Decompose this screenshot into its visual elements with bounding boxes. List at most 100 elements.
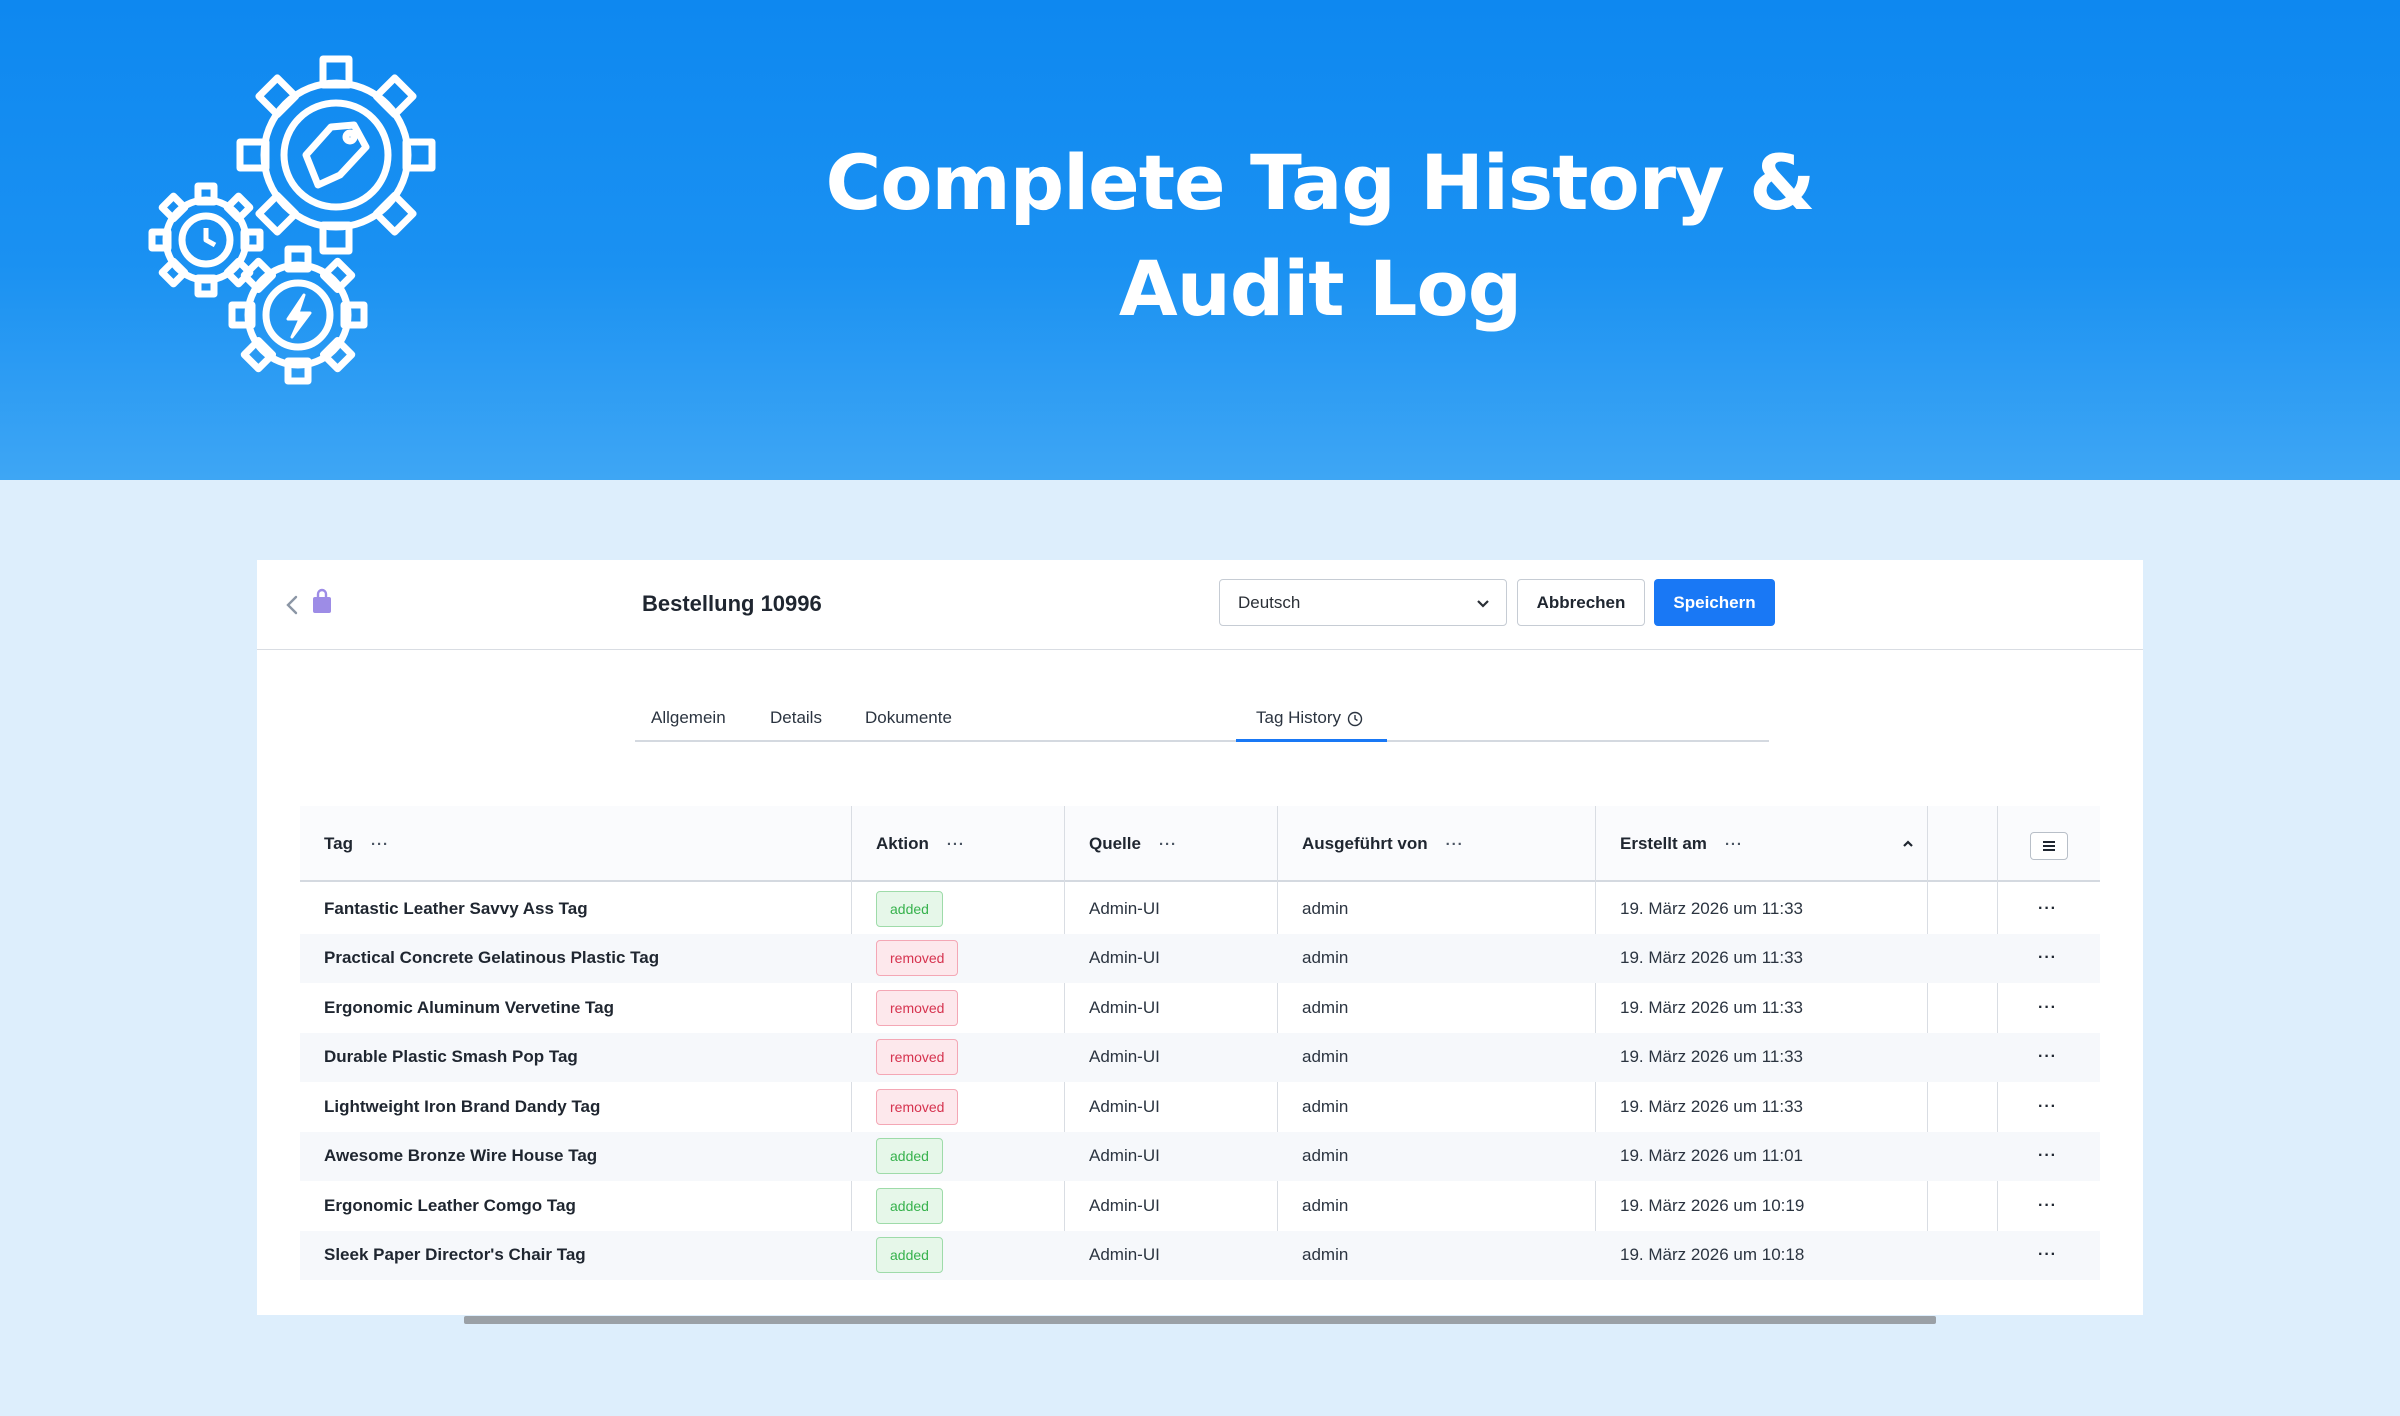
action-badge: removed: [876, 989, 959, 1026]
created-cell: 19. März 2026 um 11:01: [1620, 1146, 1804, 1166]
source-cell: Admin-UI: [1089, 1096, 1160, 1116]
page-title: Bestellung 10996: [642, 591, 822, 616]
user-cell: admin: [1302, 898, 1349, 918]
created-cell: 19. März 2026 um 10:19: [1620, 1195, 1805, 1215]
created-cell: 19. März 2026 um 11:33: [1620, 1096, 1804, 1116]
column-options-icon[interactable]: ···: [947, 836, 965, 853]
tag-cell: Awesome Bronze Wire House Tag: [324, 1146, 598, 1166]
row-actions-cell[interactable]: ···: [2038, 1132, 2057, 1182]
row-actions-cell[interactable]: ···: [2038, 1181, 2057, 1231]
more-dots-icon[interactable]: ···: [2038, 999, 2057, 1017]
row-actions-cell[interactable]: ···: [2038, 983, 2057, 1033]
tag-cell: Sleek Paper Director's Chair Tag: [324, 1245, 586, 1265]
row-actions-cell[interactable]: ···: [2038, 1033, 2057, 1083]
hero-title-line2: Audit Log: [1118, 244, 1522, 333]
created-cell: 19. März 2026 um 10:18: [1620, 1245, 1805, 1265]
tag-cell: Ergonomic Leather Comgo Tag: [324, 1195, 576, 1215]
column-header-tag[interactable]: Tag ···: [324, 806, 389, 882]
source-cell: Admin-UI: [1089, 997, 1160, 1017]
language-select[interactable]: Deutsch: [1219, 579, 1507, 626]
created-cell: 19. März 2026 um 11:33: [1620, 997, 1804, 1017]
created-cell: 19. März 2026 um 11:33: [1620, 1047, 1804, 1067]
more-dots-icon[interactable]: ···: [2038, 1246, 2057, 1264]
tab-dokumente[interactable]: Dokumente: [865, 700, 952, 742]
column-options-icon[interactable]: ···: [1446, 836, 1464, 853]
user-cell: admin: [1302, 997, 1349, 1017]
action-cell: removed: [876, 983, 959, 1033]
action-badge: removed: [876, 940, 959, 977]
action-cell: removed: [876, 1082, 959, 1132]
tag-cell: Fantastic Leather Savvy Ass Tag: [324, 898, 588, 918]
user-cell: admin: [1302, 1096, 1349, 1116]
shopping-bag-icon: [313, 588, 331, 613]
column-options-icon[interactable]: ···: [371, 836, 389, 853]
column-header-aktion[interactable]: Aktion ···: [876, 806, 965, 882]
action-badge: added: [876, 1187, 943, 1224]
column-header-ausgefuehrt-von[interactable]: Ausgeführt von ···: [1302, 806, 1464, 882]
action-badge: added: [876, 890, 943, 927]
table-row[interactable]: Fantastic Leather Savvy Ass Tag added Admi…: [300, 884, 2100, 934]
user-cell: admin: [1302, 1195, 1349, 1215]
table-row[interactable]: Ergonomic Leather Comgo Tag added Admin-UI…: [300, 1181, 2100, 1231]
column-menu-icon: [2043, 841, 2055, 851]
hero-title: Complete Tag History & Audit Log: [720, 130, 1920, 342]
cancel-button[interactable]: Abbrechen: [1517, 579, 1645, 626]
column-options-icon[interactable]: ···: [1725, 836, 1743, 853]
tag-history-table: Tag ··· Aktion ··· Quelle ··· Ausgeführt…: [300, 806, 2100, 1280]
action-badge: added: [876, 1237, 943, 1274]
user-cell: admin: [1302, 1146, 1349, 1166]
source-cell: Admin-UI: [1089, 1195, 1160, 1215]
hero-title-line1: Complete Tag History &: [825, 138, 1816, 227]
table-row[interactable]: Durable Plastic Smash Pop Tag removed Admi…: [300, 1032, 2100, 1083]
action-cell: added: [876, 1231, 943, 1281]
user-cell: admin: [1302, 1245, 1349, 1265]
row-actions-cell[interactable]: ···: [2038, 1231, 2057, 1281]
history-clock-icon: [1347, 711, 1363, 727]
row-actions-cell[interactable]: ···: [2038, 884, 2057, 934]
more-dots-icon[interactable]: ···: [2038, 900, 2057, 918]
tag-cell: Durable Plastic Smash Pop Tag: [324, 1047, 578, 1067]
table-row[interactable]: Practical Concrete Gelatinous Plastic Ta…: [300, 933, 2100, 984]
tab-allgemein[interactable]: Allgemein: [651, 700, 726, 742]
horizontal-scrollbar[interactable]: [464, 1316, 1936, 1324]
action-cell: added: [876, 1181, 943, 1231]
back-chevron-icon[interactable]: [277, 590, 307, 620]
tab-details[interactable]: Details: [770, 700, 822, 742]
source-cell: Admin-UI: [1089, 1146, 1160, 1166]
action-cell: removed: [876, 1033, 959, 1083]
action-badge: removed: [876, 1039, 959, 1076]
more-dots-icon[interactable]: ···: [2038, 1197, 2057, 1215]
tag-cell: Ergonomic Aluminum Vervetine Tag: [324, 997, 614, 1017]
language-select-value: Deutsch: [1238, 593, 1301, 612]
action-cell: added: [876, 1132, 943, 1182]
action-cell: added: [876, 884, 943, 934]
column-header-ausgefuehrt-von-label: Ausgeführt von: [1302, 834, 1428, 853]
table-row[interactable]: Awesome Bronze Wire House Tag added Admin-…: [300, 1131, 2100, 1182]
column-header-tag-label: Tag: [324, 834, 353, 853]
column-menu-button[interactable]: [2030, 832, 2068, 860]
row-actions-cell[interactable]: ···: [2038, 934, 2057, 984]
column-header-quelle[interactable]: Quelle ···: [1089, 806, 1177, 882]
action-badge: added: [876, 1138, 943, 1175]
table-row[interactable]: Ergonomic Aluminum Vervetine Tag removed A…: [300, 983, 2100, 1033]
more-dots-icon[interactable]: ···: [2038, 1048, 2057, 1066]
user-cell: admin: [1302, 1047, 1349, 1067]
table-row[interactable]: Sleek Paper Director's Chair Tag added Adm…: [300, 1230, 2100, 1281]
more-dots-icon[interactable]: ···: [2038, 1147, 2057, 1165]
more-dots-icon[interactable]: ···: [2038, 949, 2057, 967]
column-header-erstellt-am-label: Erstellt am: [1620, 834, 1707, 853]
created-cell: 19. März 2026 um 11:33: [1620, 898, 1804, 918]
column-header-erstellt-am[interactable]: Erstellt am ···: [1620, 806, 1743, 882]
sort-up-icon[interactable]: [1900, 836, 1916, 852]
table-row[interactable]: Lightweight Iron Brand Dandy Tag removed A…: [300, 1082, 2100, 1132]
column-header-aktion-label: Aktion: [876, 834, 929, 853]
more-dots-icon[interactable]: ···: [2038, 1098, 2057, 1116]
source-cell: Admin-UI: [1089, 898, 1160, 918]
tag-cell: Practical Concrete Gelatinous Plastic Ta…: [324, 948, 660, 968]
row-actions-cell[interactable]: ···: [2038, 1082, 2057, 1132]
save-button[interactable]: Speichern: [1654, 579, 1775, 626]
column-options-icon[interactable]: ···: [1159, 836, 1177, 853]
column-header-quelle-label: Quelle: [1089, 834, 1141, 853]
action-cell: removed: [876, 934, 959, 984]
tab-tag-history[interactable]: Tag History: [1236, 700, 1387, 742]
